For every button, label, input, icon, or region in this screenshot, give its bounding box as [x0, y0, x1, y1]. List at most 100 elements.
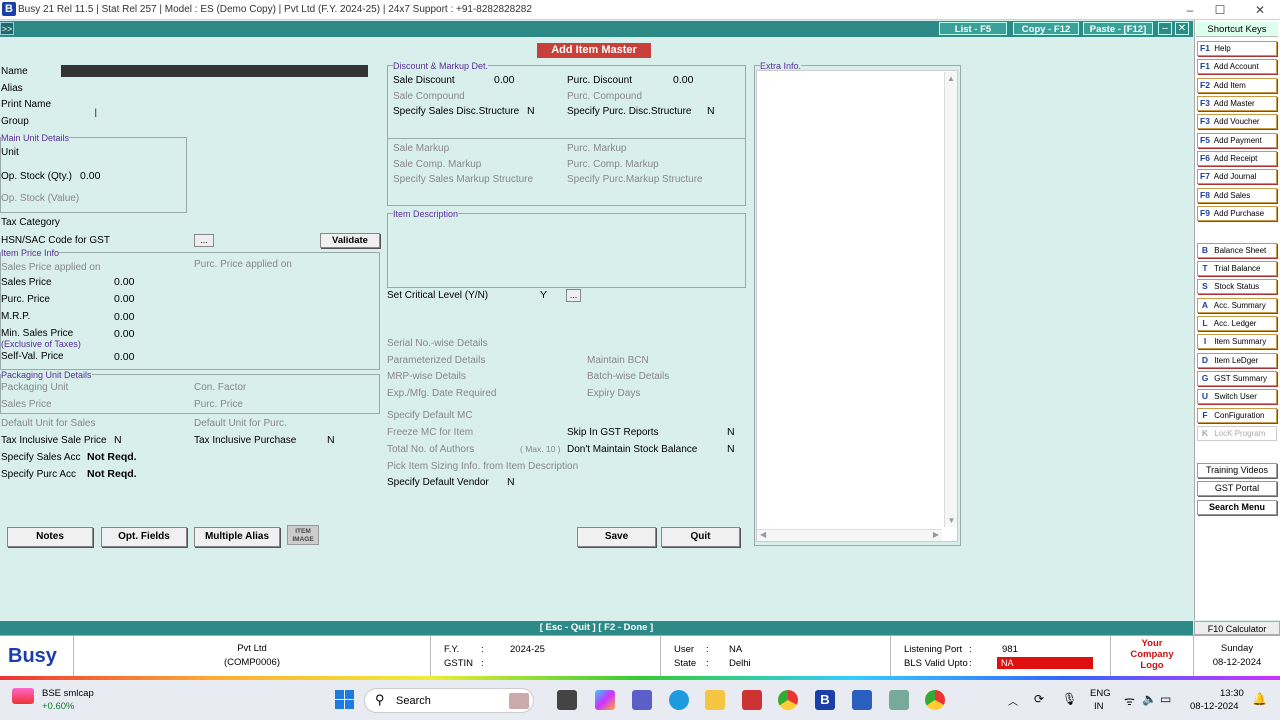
dont-maintain-value[interactable]: N: [727, 443, 735, 455]
clock-date[interactable]: 08-12-2024: [1190, 701, 1239, 712]
copilot-app-icon[interactable]: [595, 690, 615, 710]
sales-price-value[interactable]: 0.00: [114, 276, 134, 288]
file-explorer-icon[interactable]: [705, 690, 725, 710]
self-val-price-value[interactable]: 0.00: [114, 351, 134, 363]
shortcut-lock-program[interactable]: K LocK Program: [1197, 426, 1277, 441]
shortcut-add-sales[interactable]: F8 Add Sales: [1197, 188, 1277, 203]
specify-purc-acc-value[interactable]: Not Reqd.: [87, 468, 137, 480]
item-description-box[interactable]: [387, 213, 746, 288]
text-cursor-icon: I: [94, 106, 98, 120]
taskbar-search-box[interactable]: ⚲ Search: [364, 688, 534, 713]
gstin-colon: :: [481, 658, 484, 669]
shortcut-add-account[interactable]: F1 Add Account: [1197, 59, 1277, 74]
wifi-icon[interactable]: ᯤ: [1124, 692, 1135, 709]
edge-browser-icon[interactable]: [669, 690, 689, 710]
paste-button[interactable]: Paste - [F12]: [1083, 22, 1153, 35]
notification-bell-icon[interactable]: 🔔: [1252, 692, 1267, 706]
chevron-up-icon[interactable]: ︿: [1008, 693, 1018, 708]
sale-discount-label: Sale Discount: [393, 75, 455, 86]
gst-portal-button[interactable]: GST Portal: [1197, 481, 1277, 496]
shortcut-add-receipt[interactable]: F6 Add Receipt: [1197, 151, 1277, 166]
shortcut-add-journal[interactable]: F7 Add Journal: [1197, 169, 1277, 184]
extra-info-hscrollbar[interactable]: ◀ ▶: [757, 529, 942, 541]
opt-fields-button[interactable]: Opt. Fields: [101, 527, 187, 547]
shortcut-add-purchase[interactable]: F9 Add Purchase: [1197, 206, 1277, 221]
training-videos-button[interactable]: Training Videos: [1197, 463, 1277, 478]
copy-button[interactable]: Copy - F12: [1013, 22, 1079, 35]
snipping-tool-icon[interactable]: [889, 690, 909, 710]
critical-level-value[interactable]: Y: [540, 289, 547, 301]
volume-icon[interactable]: 🔈: [1142, 692, 1157, 706]
minimize-button[interactable]: –: [1175, 0, 1205, 20]
list-button[interactable]: List - F5: [939, 22, 1007, 35]
shortcut-item-ledger[interactable]: D Item LeDger: [1197, 353, 1277, 368]
shortcut-trial-balance[interactable]: T Trial Balance: [1197, 261, 1277, 276]
shortcut-balance-sheet[interactable]: B Balance Sheet: [1197, 243, 1277, 258]
extra-info-vscrollbar[interactable]: ▲ ▼: [944, 72, 957, 527]
critical-level-button[interactable]: ...: [566, 289, 581, 302]
language-code[interactable]: ENG: [1090, 688, 1111, 699]
chrome-profile-icon[interactable]: [925, 690, 945, 710]
multiple-alias-button[interactable]: Multiple Alias: [194, 527, 280, 547]
shortcut-add-master[interactable]: F3 Add Master: [1197, 96, 1277, 111]
spec-purc-disc-value[interactable]: N: [707, 105, 715, 117]
mrp-value[interactable]: 0.00: [114, 311, 134, 323]
spec-sales-disc-value[interactable]: N: [527, 105, 535, 117]
name-input[interactable]: [61, 65, 368, 77]
microphone-icon[interactable]: 🎙: [1062, 692, 1077, 706]
maximize-button[interactable]: ☐: [1205, 0, 1235, 20]
battery-icon[interactable]: ▭: [1160, 692, 1171, 706]
sale-discount-value[interactable]: 0.00: [494, 74, 514, 86]
shortcut-add-item[interactable]: F2 Add Item: [1197, 78, 1277, 93]
expand-arrow-button[interactable]: >>: [0, 22, 14, 35]
stock-name[interactable]: BSE smlcap: [42, 688, 94, 699]
purc-price-value[interactable]: 0.00: [114, 293, 134, 305]
shortcut-item-summary[interactable]: I Item Summary: [1197, 334, 1277, 349]
tax-incl-sale-value[interactable]: N: [114, 434, 122, 446]
busy-app-icon[interactable]: B: [815, 690, 835, 710]
stock-widget-icon[interactable]: [12, 688, 34, 704]
quit-button[interactable]: Quit: [661, 527, 740, 547]
shortcut-gst-summary[interactable]: G GST Summary: [1197, 371, 1277, 386]
item-image-button[interactable]: ITEM IMAGE: [287, 525, 319, 545]
specify-sales-acc-value[interactable]: Not Reqd.: [87, 451, 137, 463]
word-app-icon[interactable]: [852, 690, 872, 710]
op-stock-qty-value[interactable]: 0.00: [80, 170, 100, 182]
hsn-lookup-button[interactable]: ...: [194, 234, 214, 247]
purc-discount-value[interactable]: 0.00: [673, 74, 693, 86]
shortcut-acc-ledger[interactable]: L Acc. Ledger: [1197, 316, 1277, 331]
close-window-button[interactable]: ✕: [1245, 0, 1275, 20]
shortcut-switch-user[interactable]: U Switch User: [1197, 389, 1277, 404]
shortcut-acc-summary[interactable]: A Acc. Summary: [1197, 298, 1277, 313]
mcafee-app-icon[interactable]: [742, 690, 762, 710]
packaging-unit-label: Packaging Unit: [1, 382, 69, 393]
form-minimize-button[interactable]: –: [1158, 22, 1172, 35]
user-label: User: [674, 644, 695, 655]
clock-time[interactable]: 13:30: [1220, 688, 1244, 699]
sync-icon[interactable]: ⟳: [1034, 692, 1044, 706]
tax-incl-purchase-value[interactable]: N: [327, 434, 335, 446]
skip-gst-value[interactable]: N: [727, 426, 735, 438]
extra-info-area[interactable]: [756, 70, 958, 542]
chrome-browser-icon[interactable]: [778, 690, 798, 710]
terminal-app-icon[interactable]: [557, 690, 577, 710]
calculator-button[interactable]: F10 Calculator: [1194, 621, 1280, 635]
notes-button[interactable]: Notes: [7, 527, 93, 547]
shortcut-configuration[interactable]: F ConFiguration: [1197, 408, 1277, 423]
shortcut-stock-status[interactable]: S Stock Status: [1197, 279, 1277, 294]
search-menu-button[interactable]: Search Menu: [1197, 500, 1277, 515]
default-vendor-value[interactable]: N: [507, 476, 515, 488]
shortcut-help[interactable]: F1 Help: [1197, 41, 1277, 56]
min-sales-price-value[interactable]: 0.00: [114, 328, 134, 340]
save-button[interactable]: Save: [577, 527, 656, 547]
shortcut-add-voucher[interactable]: F3 Add Voucher: [1197, 114, 1277, 129]
packaging-box: [0, 374, 380, 414]
validate-button[interactable]: Validate: [320, 233, 380, 248]
language-region[interactable]: IN: [1094, 701, 1104, 712]
shortcut-add-payment[interactable]: F5 Add Payment: [1197, 133, 1277, 148]
form-close-button[interactable]: ✕: [1175, 22, 1189, 35]
teams-app-icon[interactable]: [632, 690, 652, 710]
windows-start-icon[interactable]: [335, 690, 354, 709]
bls-colon: :: [969, 658, 972, 669]
unit-label: Unit: [1, 147, 19, 158]
